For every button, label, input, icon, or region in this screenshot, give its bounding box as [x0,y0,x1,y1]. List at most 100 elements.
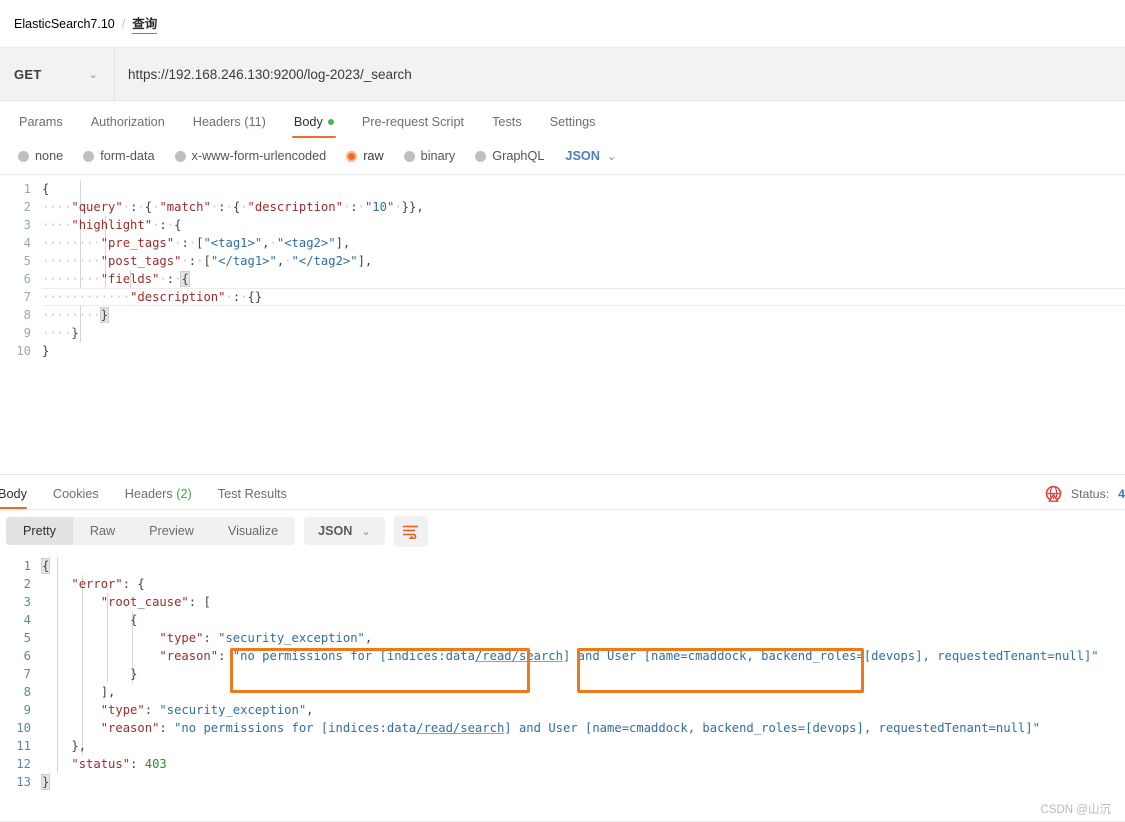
tab-label: Body [0,487,27,501]
response-tab-headers[interactable]: Headers (2) [113,487,204,509]
breadcrumb: ElasticSearch7.10 / 查询 [0,0,1125,48]
tab-label: Pre-request Script [361,115,465,129]
code-line: 9 ····} [0,324,1125,342]
body-type-graphql[interactable]: GraphQL [467,149,552,163]
code-line: 6 ········"fields"·:·{ [0,270,1125,288]
code-line: 1 { [0,557,1125,575]
url-bar: GET ⌄ https://192.168.246.130:9200/log-2… [0,48,1125,101]
line-number: 4 [23,613,31,627]
body-type-label: x-www-form-urlencoded [191,149,327,163]
headers-count: (2) [176,487,192,501]
code-line: 9 "type": "security_exception", [0,701,1125,719]
line-number: 10 [16,344,31,358]
tab-label: Test Results [217,487,287,501]
line-number: 5 [23,254,31,268]
view-mode-visualize[interactable]: Visualize [211,517,295,545]
status-label: Status: [1070,486,1110,501]
line-number: 6 [23,649,31,663]
tab-pre-request-script[interactable]: Pre-request Script [349,115,477,138]
response-tab-cookies[interactable]: Cookies [41,487,111,509]
code-line: 4 ········"pre_tags"·:·["<tag1>",·"<tag2… [0,234,1125,252]
body-type-urlencoded[interactable]: x-www-form-urlencoded [167,149,335,163]
response-tab-test-results[interactable]: Test Results [206,487,299,509]
body-type-none[interactable]: none [10,149,71,163]
breadcrumb-current[interactable]: 查询 [132,13,158,34]
request-body-editor[interactable]: 1 { 2 ····"query"·:·{·"match"·:·{·"descr… [0,175,1125,475]
code-line: 5 "type": "security_exception", [0,629,1125,647]
view-mode-preview[interactable]: Preview [132,517,211,545]
body-type-form-data[interactable]: form-data [75,149,162,163]
request-tab-bar: Params Authorization Headers (11) Body P… [0,101,1125,138]
chevron-down-icon: ⌄ [606,150,617,163]
line-number: 13 [16,775,31,789]
body-type-label: GraphQL [492,149,545,163]
postman-window: ElasticSearch7.10 / 查询 GET ⌄ https://192… [0,0,1125,822]
code-line: 10 "reason": "no permissions for [indice… [0,719,1125,737]
tab-label: Tests [492,115,522,129]
status-badge: Status: 4 [1045,485,1125,502]
tab-label: Headers [124,487,173,501]
radio-icon [475,150,487,162]
code-line: 1 { [0,180,1125,198]
radio-icon [403,150,415,162]
wrap-text-button[interactable] [393,515,428,547]
wrap-text-icon [403,525,419,539]
http-method-label: GET [14,66,42,82]
error-globe-icon [1045,485,1062,502]
tab-label: Headers (11) [192,115,266,129]
status-code: 4 [1118,486,1125,501]
response-body-editor[interactable]: 1 { 2 "error": { 3 "root_cause": [ 4 { 5… [0,552,1125,797]
request-format-dropdown[interactable]: JSON ⌄ [565,149,616,163]
line-number: 2 [23,200,31,214]
request-format-label: JSON [565,149,600,163]
radio-icon [18,150,29,162]
line-number: 8 [23,308,31,322]
tab-headers[interactable]: Headers (11) [180,115,279,138]
body-type-label: none [35,149,64,163]
body-modified-dot-icon [327,119,334,125]
view-mode-label: Pretty [23,524,56,538]
line-number: 1 [23,182,31,196]
response-tab-body[interactable]: Body [0,487,39,509]
tab-params[interactable]: Params [6,115,76,138]
response-tab-bar: Body Cookies Headers (2) Test Results St… [0,475,1125,510]
code-line: 3 "root_cause": [ [0,593,1125,611]
body-type-label: binary [420,149,456,163]
tab-tests[interactable]: Tests [479,115,535,138]
breadcrumb-separator: / [121,16,126,31]
code-line: 13 } [0,773,1125,791]
tab-label: Cookies [52,487,99,501]
line-number: 6 [23,272,31,286]
code-line: 3 ····"highlight"·:·{ [0,216,1125,234]
line-number: 8 [23,685,31,699]
tab-body[interactable]: Body [281,115,347,138]
view-mode-raw[interactable]: Raw [73,517,132,545]
body-type-label: raw [363,149,384,163]
code-line: 6 "reason": "no permissions for [indices… [0,647,1125,665]
url-input[interactable]: https://192.168.246.130:9200/log-2023/_s… [115,48,1125,100]
response-format-label: JSON [318,524,353,538]
line-number: 2 [23,577,31,591]
tab-authorization[interactable]: Authorization [78,115,178,138]
view-mode-label: Raw [89,524,116,538]
line-number: 7 [23,290,31,304]
chevron-down-icon: ⌄ [88,68,98,81]
breadcrumb-root[interactable]: ElasticSearch7.10 [14,17,115,31]
view-mode-label: Preview [149,524,194,538]
http-method-dropdown[interactable]: GET ⌄ [0,48,115,100]
chevron-down-icon: ⌄ [361,525,371,538]
body-type-raw[interactable]: raw [338,149,391,163]
code-line-active: 7 ············"description"·:·{} [0,288,1125,306]
code-line: 7 } [0,665,1125,683]
line-number: 4 [23,236,31,250]
body-type-binary[interactable]: binary [396,149,464,163]
tab-label: Params [19,115,63,129]
radio-icon [83,150,95,162]
view-mode-pretty[interactable]: Pretty [6,517,73,545]
line-number: 11 [16,739,31,753]
response-format-dropdown[interactable]: JSON ⌄ [304,517,385,545]
code-line: 5 ········"post_tags"·:·["</tag1>",·"</t… [0,252,1125,270]
radio-icon-selected [346,150,358,162]
line-number: 12 [16,757,31,771]
tab-settings[interactable]: Settings [537,115,609,138]
